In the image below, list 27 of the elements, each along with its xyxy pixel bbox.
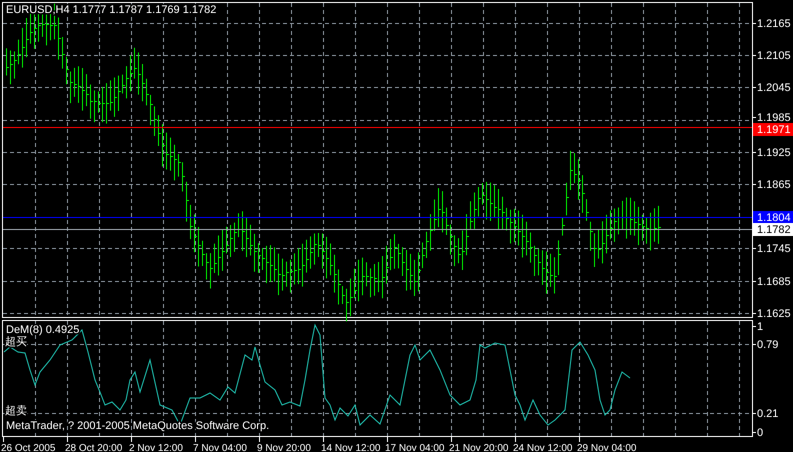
indicator-axis-label: 1 <box>757 321 764 333</box>
time-axis-label: 17 Nov 04:00 <box>385 443 444 452</box>
price-axis-label: 1.1745 <box>757 243 791 255</box>
price-marker-label: 1.1804 <box>757 212 791 224</box>
price-axis-label: 1.2105 <box>757 50 791 62</box>
time-axis-label: 7 Nov 04:00 <box>193 443 247 452</box>
time-axis-label: 9 Nov 20:00 <box>257 443 311 452</box>
price-axis-label: 1.1685 <box>757 276 791 288</box>
time-axis-label: 14 Nov 12:00 <box>321 443 380 452</box>
indicator-axis-label: 0.21 <box>757 408 778 420</box>
time-axis-label: 24 Nov 12:00 <box>513 443 572 452</box>
time-axis-label: 26 Oct 2005 <box>1 443 56 452</box>
time-axis-label: 28 Oct 20:00 <box>65 443 122 452</box>
indicator-axis-label: 0.79 <box>757 339 778 351</box>
indicator-title: DeM(8) 0.4925 <box>6 324 80 336</box>
price-axis-label: 1.1865 <box>757 179 791 191</box>
price-axis-label: 1.1625 <box>757 308 791 320</box>
time-axis-label: 21 Nov 20:00 <box>449 443 508 452</box>
price-axis-label: 1.1985 <box>757 112 791 124</box>
price-marker-label: 1.1782 <box>757 224 791 236</box>
time-axis-label: 2 Nov 12:00 <box>129 443 183 452</box>
price-axis-label: 1.2165 <box>757 18 791 30</box>
indicator-axis-label: 0 <box>757 427 764 439</box>
price-axis-label: 1.2045 <box>757 82 791 94</box>
price-axis-label: 1.1925 <box>757 147 791 159</box>
price-marker-label: 1.1971 <box>757 124 791 136</box>
time-axis-label: 29 Nov 04:00 <box>577 443 636 452</box>
